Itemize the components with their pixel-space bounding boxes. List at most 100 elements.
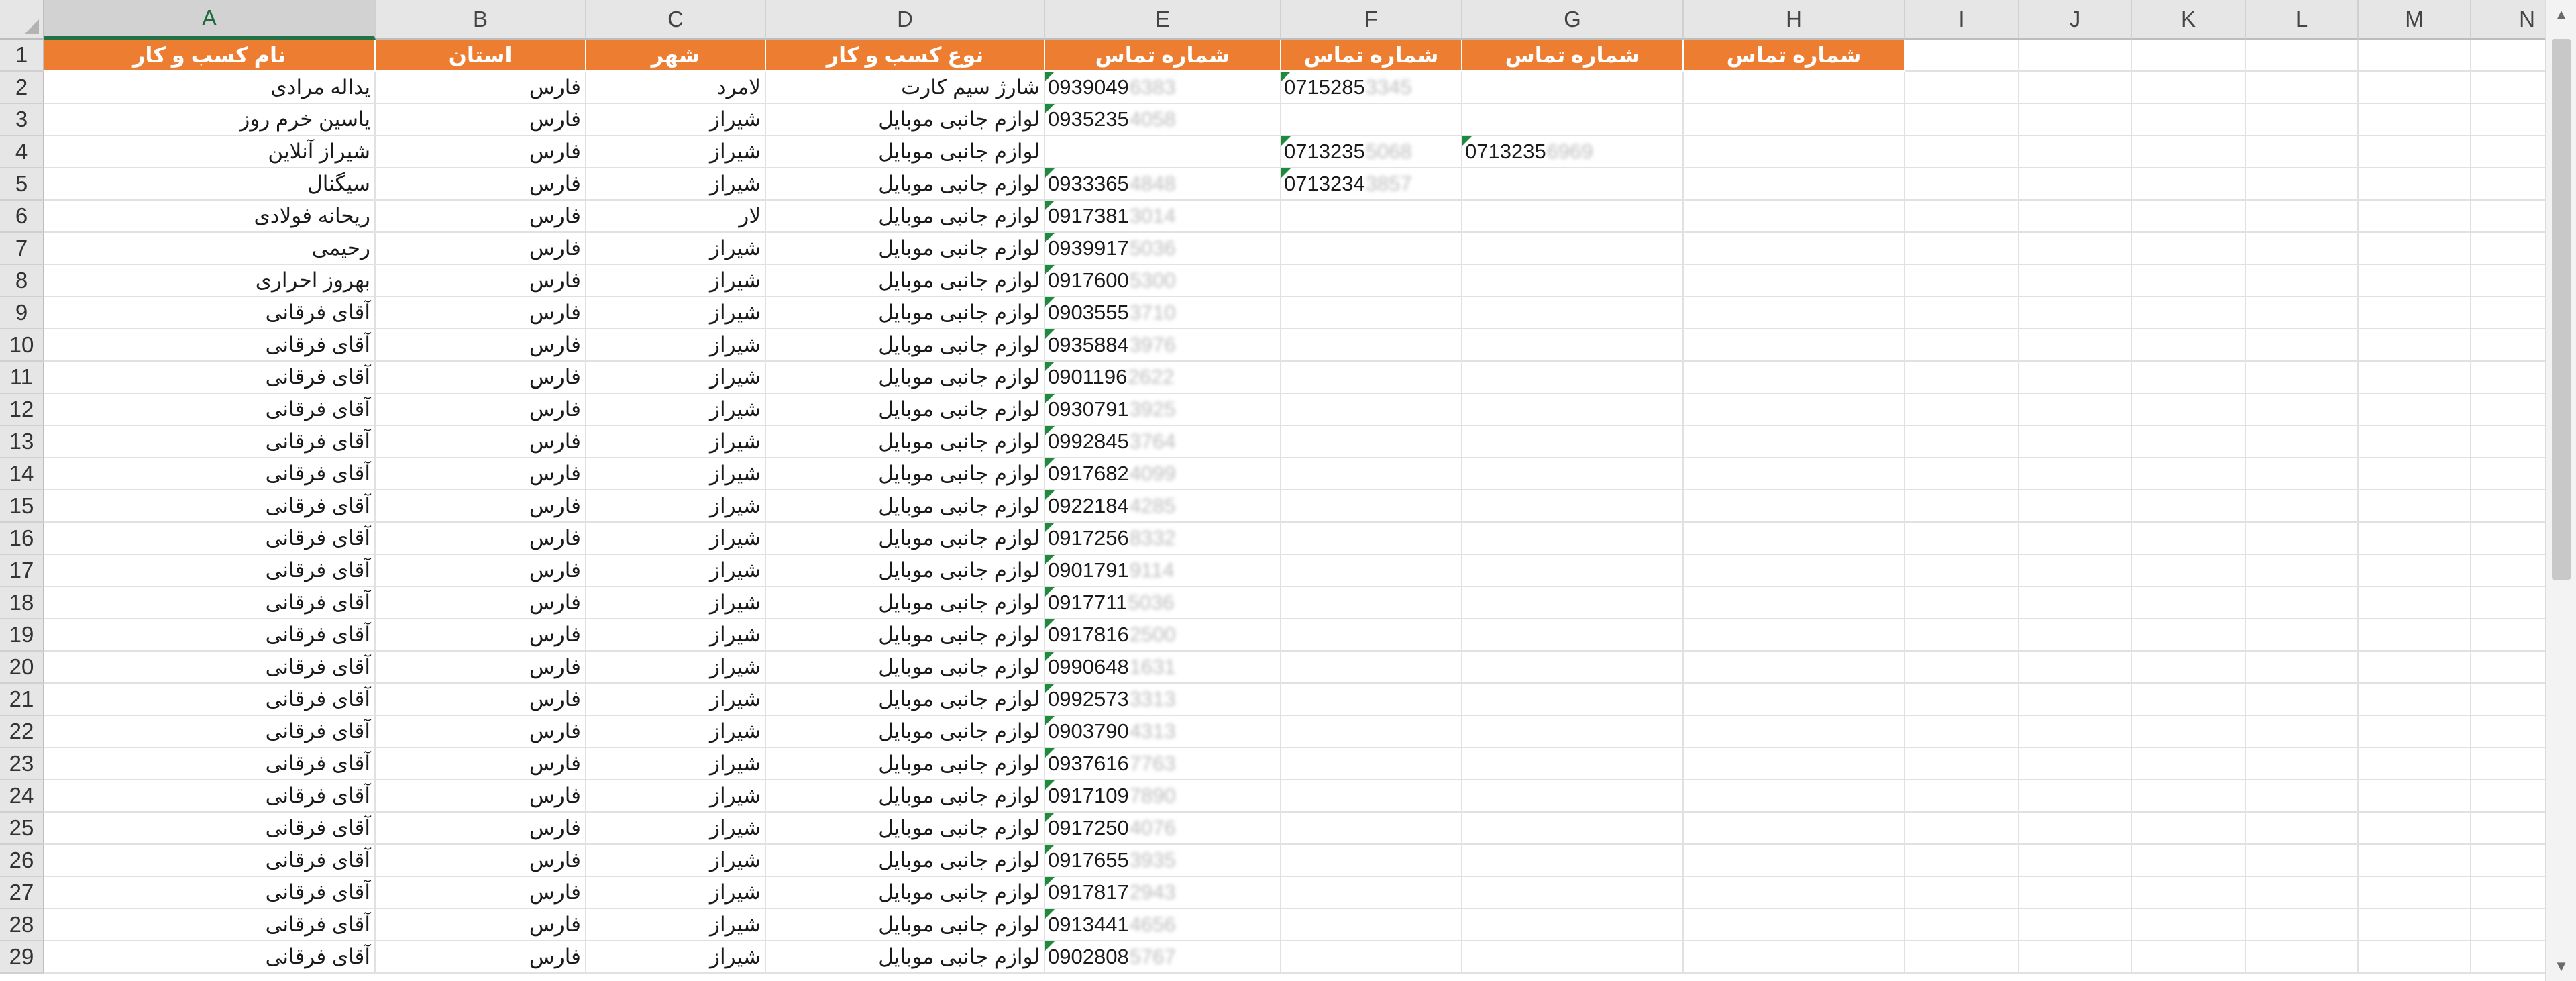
row-header[interactable]: 6 [0,201,44,233]
column-header-k[interactable]: K [2132,0,2246,40]
empty-cell[interactable] [1684,587,1905,619]
state-cell[interactable]: فارس [376,877,586,909]
empty-cell[interactable] [2246,490,2359,523]
empty-cell[interactable] [1905,813,2019,845]
empty-cell[interactable] [1905,716,2019,748]
empty-cell[interactable] [1684,394,1905,426]
empty-cell[interactable] [1905,136,2019,168]
phone-cell[interactable] [1281,233,1462,265]
city-cell[interactable]: شیراز [586,329,766,362]
empty-cell[interactable] [2132,587,2246,619]
city-cell[interactable]: شیراز [586,233,766,265]
empty-cell[interactable] [2246,168,2359,201]
empty-cell[interactable] [2246,587,2359,619]
phone-cell[interactable] [1462,104,1684,136]
empty-cell[interactable] [2019,523,2132,555]
phone-cell[interactable]: 0992845 3764 [1045,426,1281,458]
empty-cell[interactable] [2132,845,2246,877]
empty-cell[interactable] [2471,72,2545,104]
city-cell[interactable]: شیراز [586,265,766,297]
empty-cell[interactable] [1684,652,1905,684]
business-type-cell[interactable]: لوازم جانبی موبایل [766,941,1045,974]
empty-cell[interactable] [2471,458,2545,490]
empty-cell[interactable] [2359,136,2471,168]
business-type-cell[interactable]: لوازم جانبی موبایل [766,265,1045,297]
row-header[interactable]: 12 [0,394,44,426]
empty-cell[interactable] [1684,329,1905,362]
city-cell[interactable]: شیراز [586,748,766,780]
business-type-cell[interactable]: لوازم جانبی موبایل [766,362,1045,394]
header-cell[interactable] [2359,40,2471,72]
business-name-cell[interactable]: آقای فرقانی [44,619,376,652]
phone-cell[interactable] [1281,845,1462,877]
empty-cell[interactable] [1684,909,1905,941]
empty-cell[interactable] [2471,909,2545,941]
phone-cell[interactable]: 0901791 9114 [1045,555,1281,587]
chevron-down-icon[interactable]: ▼ [2546,951,2576,981]
phone-cell[interactable] [1462,619,1684,652]
row-header[interactable]: 22 [0,716,44,748]
header-cell[interactable] [2471,40,2545,72]
business-type-cell[interactable]: لوازم جانبی موبایل [766,523,1045,555]
state-cell[interactable]: فارس [376,748,586,780]
phone-cell[interactable]: 0933365 4848 [1045,168,1281,201]
business-type-cell[interactable]: لوازم جانبی موبایل [766,813,1045,845]
empty-cell[interactable] [2019,136,2132,168]
phone-cell[interactable] [1281,652,1462,684]
empty-cell[interactable] [2246,394,2359,426]
phone-cell[interactable] [1462,555,1684,587]
column-header-d[interactable]: D [766,0,1045,40]
empty-cell[interactable] [1684,877,1905,909]
row-header[interactable]: 15 [0,490,44,523]
empty-cell[interactable] [2246,265,2359,297]
city-cell[interactable]: شیراز [586,619,766,652]
phone-cell[interactable] [1281,329,1462,362]
empty-cell[interactable] [1684,297,1905,329]
phone-cell[interactable]: 0713234 3857 [1281,168,1462,201]
row-header[interactable]: 17 [0,555,44,587]
phone-cell[interactable] [1281,587,1462,619]
empty-cell[interactable] [2471,297,2545,329]
state-cell[interactable]: فارس [376,684,586,716]
empty-cell[interactable] [2471,652,2545,684]
phone-cell[interactable] [1045,136,1281,168]
empty-cell[interactable] [2359,555,2471,587]
phone-cell[interactable] [1281,941,1462,974]
phone-cell[interactable]: 0937616 7763 [1045,748,1281,780]
empty-cell[interactable] [1684,362,1905,394]
business-type-cell[interactable]: لوازم جانبی موبایل [766,104,1045,136]
empty-cell[interactable] [2019,748,2132,780]
empty-cell[interactable] [1905,619,2019,652]
empty-cell[interactable] [2019,297,2132,329]
phone-cell[interactable]: 0939917 5036 [1045,233,1281,265]
business-name-cell[interactable]: آقای فرقانی [44,652,376,684]
row-header[interactable]: 8 [0,265,44,297]
business-name-cell[interactable]: آقای فرقانی [44,684,376,716]
empty-cell[interactable] [2246,362,2359,394]
empty-cell[interactable] [2359,909,2471,941]
column-header-m[interactable]: M [2359,0,2471,40]
phone-cell[interactable] [1462,168,1684,201]
empty-cell[interactable] [2471,619,2545,652]
empty-cell[interactable] [2132,362,2246,394]
empty-cell[interactable] [2019,941,2132,974]
business-name-cell[interactable]: آقای فرقانی [44,490,376,523]
column-header-a[interactable]: A [44,0,376,40]
business-type-cell[interactable]: شارژ سیم کارت [766,72,1045,104]
business-name-cell[interactable]: سیگنال [44,168,376,201]
business-type-cell[interactable]: لوازم جانبی موبایل [766,394,1045,426]
business-name-cell[interactable]: آقای فرقانی [44,941,376,974]
phone-cell[interactable] [1462,587,1684,619]
empty-cell[interactable] [2019,233,2132,265]
business-name-cell[interactable]: آقای فرقانی [44,748,376,780]
phone-cell[interactable] [1281,362,1462,394]
empty-cell[interactable] [2359,684,2471,716]
city-cell[interactable]: شیراز [586,394,766,426]
empty-cell[interactable] [1684,941,1905,974]
empty-cell[interactable] [2019,329,2132,362]
state-cell[interactable]: فارس [376,426,586,458]
phone-cell[interactable] [1462,716,1684,748]
empty-cell[interactable] [1905,458,2019,490]
empty-cell[interactable] [2359,523,2471,555]
chevron-up-icon[interactable]: ▲ [2546,0,2576,30]
